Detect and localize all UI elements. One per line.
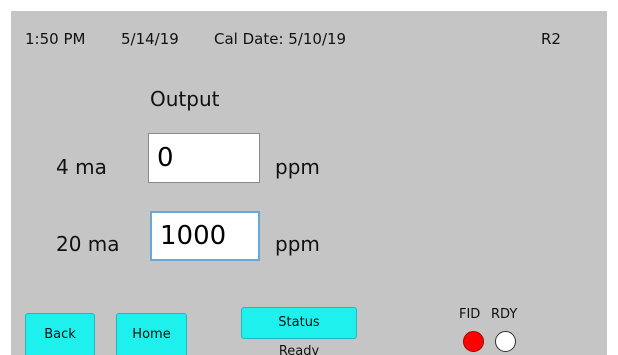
fid-indicator-light-icon <box>463 331 484 352</box>
rdy-indicator-label: RDY <box>491 307 518 322</box>
status-bar: 1:50 PM 5/14/19 Cal Date: 5/10/19 R2 <box>11 11 607 61</box>
output-title: Output <box>150 87 220 111</box>
output-20ma-input[interactable] <box>150 211 260 261</box>
back-button[interactable]: Back <box>25 313 95 355</box>
device-screen: 1:50 PM 5/14/19 Cal Date: 5/10/19 R2 Out… <box>11 11 607 355</box>
status-button[interactable]: Status <box>241 307 357 339</box>
output-20ma-label: 20 ma <box>56 232 120 256</box>
clock-time: 1:50 PM <box>25 30 86 48</box>
current-date: 5/14/19 <box>121 30 179 48</box>
home-button[interactable]: Home <box>116 313 187 355</box>
revision-label: R2 <box>541 30 561 48</box>
fid-indicator-label: FID <box>459 307 481 322</box>
output-20ma-unit: ppm <box>275 232 320 256</box>
calibration-date: Cal Date: 5/10/19 <box>214 30 347 48</box>
output-4ma-input[interactable] <box>148 133 260 183</box>
status-text: Ready <box>278 344 320 355</box>
page: 1:50 PM 5/14/19 Cal Date: 5/10/19 R2 Out… <box>0 0 618 355</box>
rdy-indicator-light-icon <box>495 331 516 352</box>
output-4ma-unit: ppm <box>275 155 320 179</box>
output-4ma-label: 4 ma <box>56 155 107 179</box>
